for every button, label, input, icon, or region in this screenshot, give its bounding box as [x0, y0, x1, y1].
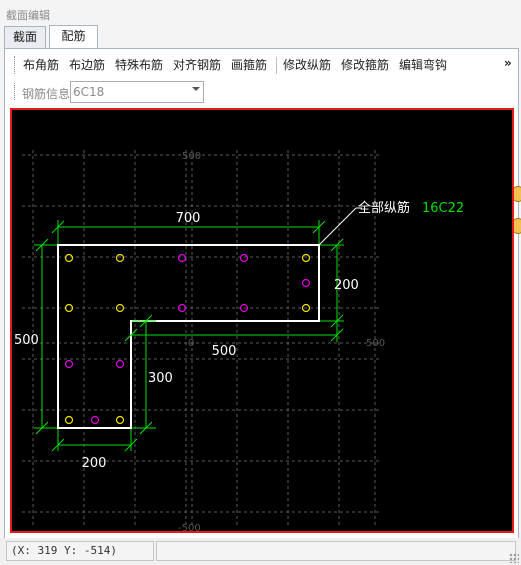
status-bar: (X: 319 Y: -514) — [0, 538, 521, 565]
dimension-right: 200 — [334, 278, 359, 293]
corner-rebar[interactable] — [115, 415, 125, 425]
resize-grip-icon[interactable] — [509, 553, 519, 563]
corner-rebar[interactable] — [64, 415, 74, 425]
dimension-middle: 500 — [212, 344, 237, 359]
corner-rebar[interactable] — [64, 253, 74, 263]
leader-line — [318, 207, 362, 246]
tab-section[interactable]: 截面 — [4, 26, 46, 48]
edge-rebar[interactable] — [64, 359, 74, 369]
tab-reinforcement[interactable]: 配筋 — [49, 25, 98, 48]
section-drawing: 500 500 0 -500 700 200 500 500 300 200 全… — [14, 150, 464, 531]
grid-label-bottom: -500 — [178, 523, 201, 531]
dimension-left: 500 — [14, 333, 39, 348]
rebar-info-bar: 钢筋信息 6C18 — [12, 80, 512, 104]
draw-stirrup-button[interactable]: 画箍筋 — [231, 57, 267, 73]
place-corner-bar-button[interactable]: 布角筋 — [23, 57, 59, 73]
corner-rebar[interactable] — [301, 253, 311, 263]
edge-rebar[interactable] — [90, 415, 100, 425]
dimension-lines — [34, 220, 344, 452]
coordinate-readout: (X: 319 Y: -514) — [11, 544, 117, 557]
edge-rebar[interactable] — [301, 278, 311, 288]
rebar-info-label: 钢筋信息 — [22, 87, 71, 101]
window-title: 截面编辑 — [6, 9, 50, 22]
edit-hook-button[interactable]: 编辑弯钩 — [399, 57, 447, 73]
grid-label-top: 500 — [182, 151, 201, 162]
edge-rebar[interactable] — [239, 253, 249, 263]
align-bars-button[interactable]: 对齐钢筋 — [173, 57, 221, 73]
place-edge-bar-button[interactable]: 布边筋 — [69, 57, 105, 73]
status-panel — [156, 541, 516, 561]
drawing-canvas[interactable]: 500 500 0 -500 700 200 500 500 300 200 全… — [10, 108, 514, 533]
grid-label-center: 0 — [188, 338, 194, 349]
corner-rebar[interactable] — [115, 253, 125, 263]
toolbar-separator — [276, 57, 277, 74]
edge-rebar[interactable] — [115, 359, 125, 369]
edit-stirrup-button[interactable]: 修改箍筋 — [341, 57, 389, 73]
annotation-label: 全部纵筋 — [358, 200, 410, 216]
edit-longitudinal-bar-button[interactable]: 修改纵筋 — [283, 57, 331, 73]
rebar-info-value: 6C18 — [73, 85, 105, 99]
dimension-bottom: 200 — [82, 456, 107, 471]
toolbar-overflow-icon[interactable]: » — [504, 56, 512, 70]
coordinate-panel: (X: 319 Y: -514) — [6, 541, 154, 561]
window-title-bar: 截面编辑 — [0, 0, 521, 26]
dimension-top: 700 — [176, 211, 201, 226]
rebar-info-select[interactable]: 6C18 — [70, 81, 204, 103]
grid — [22, 150, 382, 525]
annotation-value: 16C22 — [422, 201, 464, 216]
toolbar-grip[interactable] — [14, 56, 17, 74]
special-bar-button[interactable]: 特殊布筋 — [115, 57, 163, 73]
section-outline[interactable] — [57, 244, 320, 429]
chevron-down-icon[interactable] — [192, 87, 200, 91]
edge-rebar[interactable] — [177, 253, 187, 263]
toolbar: 布角筋 布边筋 特殊布筋 对齐钢筋 画箍筋 修改纵筋 修改箍筋 编辑弯钩 » — [12, 54, 512, 78]
dimension-inner: 300 — [148, 371, 173, 386]
infobar-grip[interactable] — [14, 83, 17, 100]
grid-label-right: 500 — [366, 338, 385, 349]
